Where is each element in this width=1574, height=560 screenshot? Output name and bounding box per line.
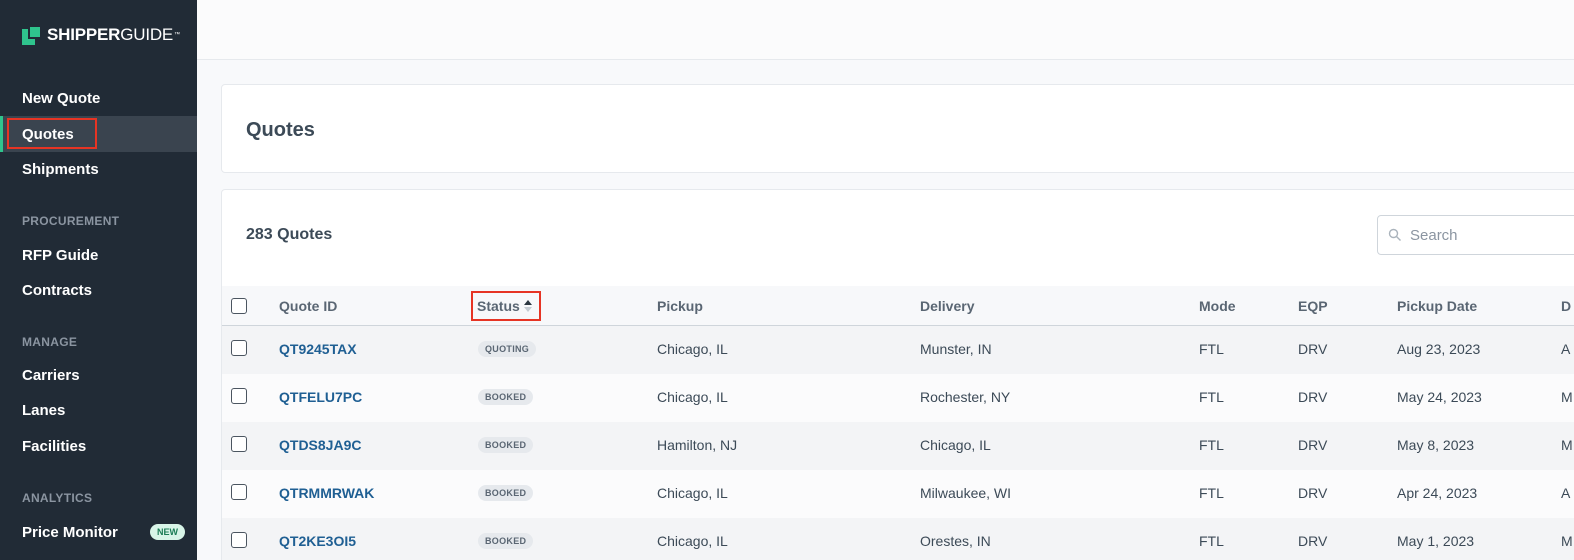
status-badge: BOOKED <box>478 437 534 453</box>
table-row[interactable]: QTFELU7PC BOOKED Chicago, IL Rochester, … <box>222 374 1574 422</box>
sidebar-item-label: Lanes <box>22 401 66 419</box>
next-cell: M <box>1561 533 1573 549</box>
status-badge: BOOKED <box>478 485 534 501</box>
column-header-next[interactable]: D <box>1561 298 1571 314</box>
quote-id-link[interactable]: QTFELU7PC <box>279 389 362 405</box>
delivery-cell: Milwaukee, WI <box>920 485 1012 501</box>
quote-id-link[interactable]: QTRMMRWAK <box>279 485 374 501</box>
status-badge: BOOKED <box>478 389 534 405</box>
row-checkbox[interactable] <box>231 484 247 500</box>
column-header-eqp[interactable]: EQP <box>1298 298 1328 314</box>
sidebar: SHIPPERGUIDE ™ New Quote Quotes Shipment… <box>0 0 197 560</box>
pickup-cell: Chicago, IL <box>657 485 728 501</box>
mode-cell: FTL <box>1199 533 1224 549</box>
column-header-mode[interactable]: Mode <box>1199 298 1236 314</box>
shipperguide-logo[interactable]: SHIPPERGUIDE ™ <box>22 25 180 45</box>
sidebar-item-facilities[interactable]: Facilities <box>0 428 197 464</box>
search-icon <box>1388 228 1401 241</box>
sidebar-item-new-quote[interactable]: New Quote <box>0 80 197 116</box>
quotes-highlight-box <box>7 118 97 149</box>
table-row[interactable]: QT9245TAX QUOTING Chicago, IL Munster, I… <box>222 326 1574 374</box>
quote-id-link[interactable]: QTDS8JA9C <box>279 437 361 453</box>
table-row[interactable]: QTDS8JA9C BOOKED Hamilton, NJ Chicago, I… <box>222 422 1574 470</box>
search-box[interactable] <box>1377 215 1574 255</box>
pickup-date-cell: May 8, 2023 <box>1397 437 1475 453</box>
section-head-procurement: PROCUREMENT <box>22 214 120 228</box>
delivery-cell: Rochester, NY <box>920 389 1011 405</box>
sidebar-item-rfp-guide[interactable]: RFP Guide <box>0 237 197 273</box>
next-cell: A <box>1561 341 1571 357</box>
pickup-cell: Chicago, IL <box>657 341 728 357</box>
eqp-cell: DRV <box>1298 341 1328 357</box>
table-header: Quote ID Status Pickup Delivery Mode EQP… <box>222 286 1574 326</box>
title-card: Quotes <box>221 84 1574 173</box>
status-highlight-box <box>471 291 541 321</box>
sidebar-item-label: Contracts <box>22 281 93 299</box>
pickup-date-cell: May 24, 2023 <box>1397 389 1482 405</box>
row-checkbox[interactable] <box>231 340 247 356</box>
next-cell: M <box>1561 389 1573 405</box>
logo-icon <box>22 25 42 45</box>
sidebar-item-label: Shipments <box>22 160 99 178</box>
row-checkbox[interactable] <box>231 388 247 404</box>
quote-id-link[interactable]: QT2KE3OI5 <box>279 533 356 549</box>
section-head-manage: MANAGE <box>22 335 78 349</box>
status-badge: QUOTING <box>478 341 537 357</box>
pickup-date-cell: Apr 24, 2023 <box>1397 485 1478 501</box>
row-checkbox[interactable] <box>231 532 247 548</box>
new-badge: NEW <box>150 524 185 540</box>
pickup-date-cell: Aug 23, 2023 <box>1397 341 1481 357</box>
pickup-date-cell: May 1, 2023 <box>1397 533 1475 549</box>
status-badge: BOOKED <box>478 533 534 549</box>
eqp-cell: DRV <box>1298 533 1328 549</box>
eqp-cell: DRV <box>1298 437 1328 453</box>
sidebar-item-label: Carriers <box>22 366 80 384</box>
column-header-pickup[interactable]: Pickup <box>657 298 703 314</box>
sidebar-item-label: Facilities <box>22 437 87 455</box>
pickup-cell: Hamilton, NJ <box>657 437 738 453</box>
column-header-quote-id[interactable]: Quote ID <box>279 298 337 314</box>
sidebar-item-shipments[interactable]: Shipments <box>0 151 197 187</box>
column-header-pickup-date[interactable]: Pickup Date <box>1397 298 1477 314</box>
delivery-cell: Munster, IN <box>920 341 992 357</box>
search-input[interactable] <box>1410 226 1570 244</box>
row-checkbox[interactable] <box>231 436 247 452</box>
mode-cell: FTL <box>1199 485 1224 501</box>
table-row[interactable]: QTRMMRWAK BOOKED Chicago, IL Milwaukee, … <box>222 470 1574 518</box>
quotes-table-card: 283 Quotes Quote ID Status Pickup Delive… <box>221 189 1574 560</box>
sidebar-item-lanes[interactable]: Lanes <box>0 392 197 428</box>
page-title: Quotes <box>246 119 315 141</box>
pickup-cell: Chicago, IL <box>657 389 728 405</box>
mode-cell: FTL <box>1199 389 1224 405</box>
sidebar-item-label: Price Monitor <box>22 523 118 541</box>
sidebar-item-label: New Quote <box>22 89 101 107</box>
section-head-analytics: ANALYTICS <box>22 491 93 505</box>
column-header-delivery[interactable]: Delivery <box>920 298 974 314</box>
quote-count: 283 Quotes <box>246 226 333 243</box>
next-cell: A <box>1561 485 1571 501</box>
next-cell: M <box>1561 437 1573 453</box>
quote-id-link[interactable]: QT9245TAX <box>279 341 357 357</box>
eqp-cell: DRV <box>1298 485 1328 501</box>
eqp-cell: DRV <box>1298 389 1328 405</box>
top-bar <box>197 0 1574 60</box>
sidebar-item-price-monitor[interactable]: Price Monitor NEW <box>0 514 197 550</box>
delivery-cell: Orestes, IN <box>920 533 991 549</box>
sidebar-item-contracts[interactable]: Contracts <box>0 272 197 308</box>
table-row[interactable]: QT2KE3OI5 BOOKED Chicago, IL Orestes, IN… <box>222 518 1574 560</box>
pickup-cell: Chicago, IL <box>657 533 728 549</box>
logo-text: SHIPPERGUIDE <box>47 25 174 44</box>
delivery-cell: Chicago, IL <box>920 437 991 453</box>
sidebar-item-label: RFP Guide <box>22 246 99 264</box>
mode-cell: FTL <box>1199 341 1224 357</box>
mode-cell: FTL <box>1199 437 1224 453</box>
select-all-checkbox[interactable] <box>231 298 247 314</box>
sidebar-item-carriers[interactable]: Carriers <box>0 357 197 393</box>
